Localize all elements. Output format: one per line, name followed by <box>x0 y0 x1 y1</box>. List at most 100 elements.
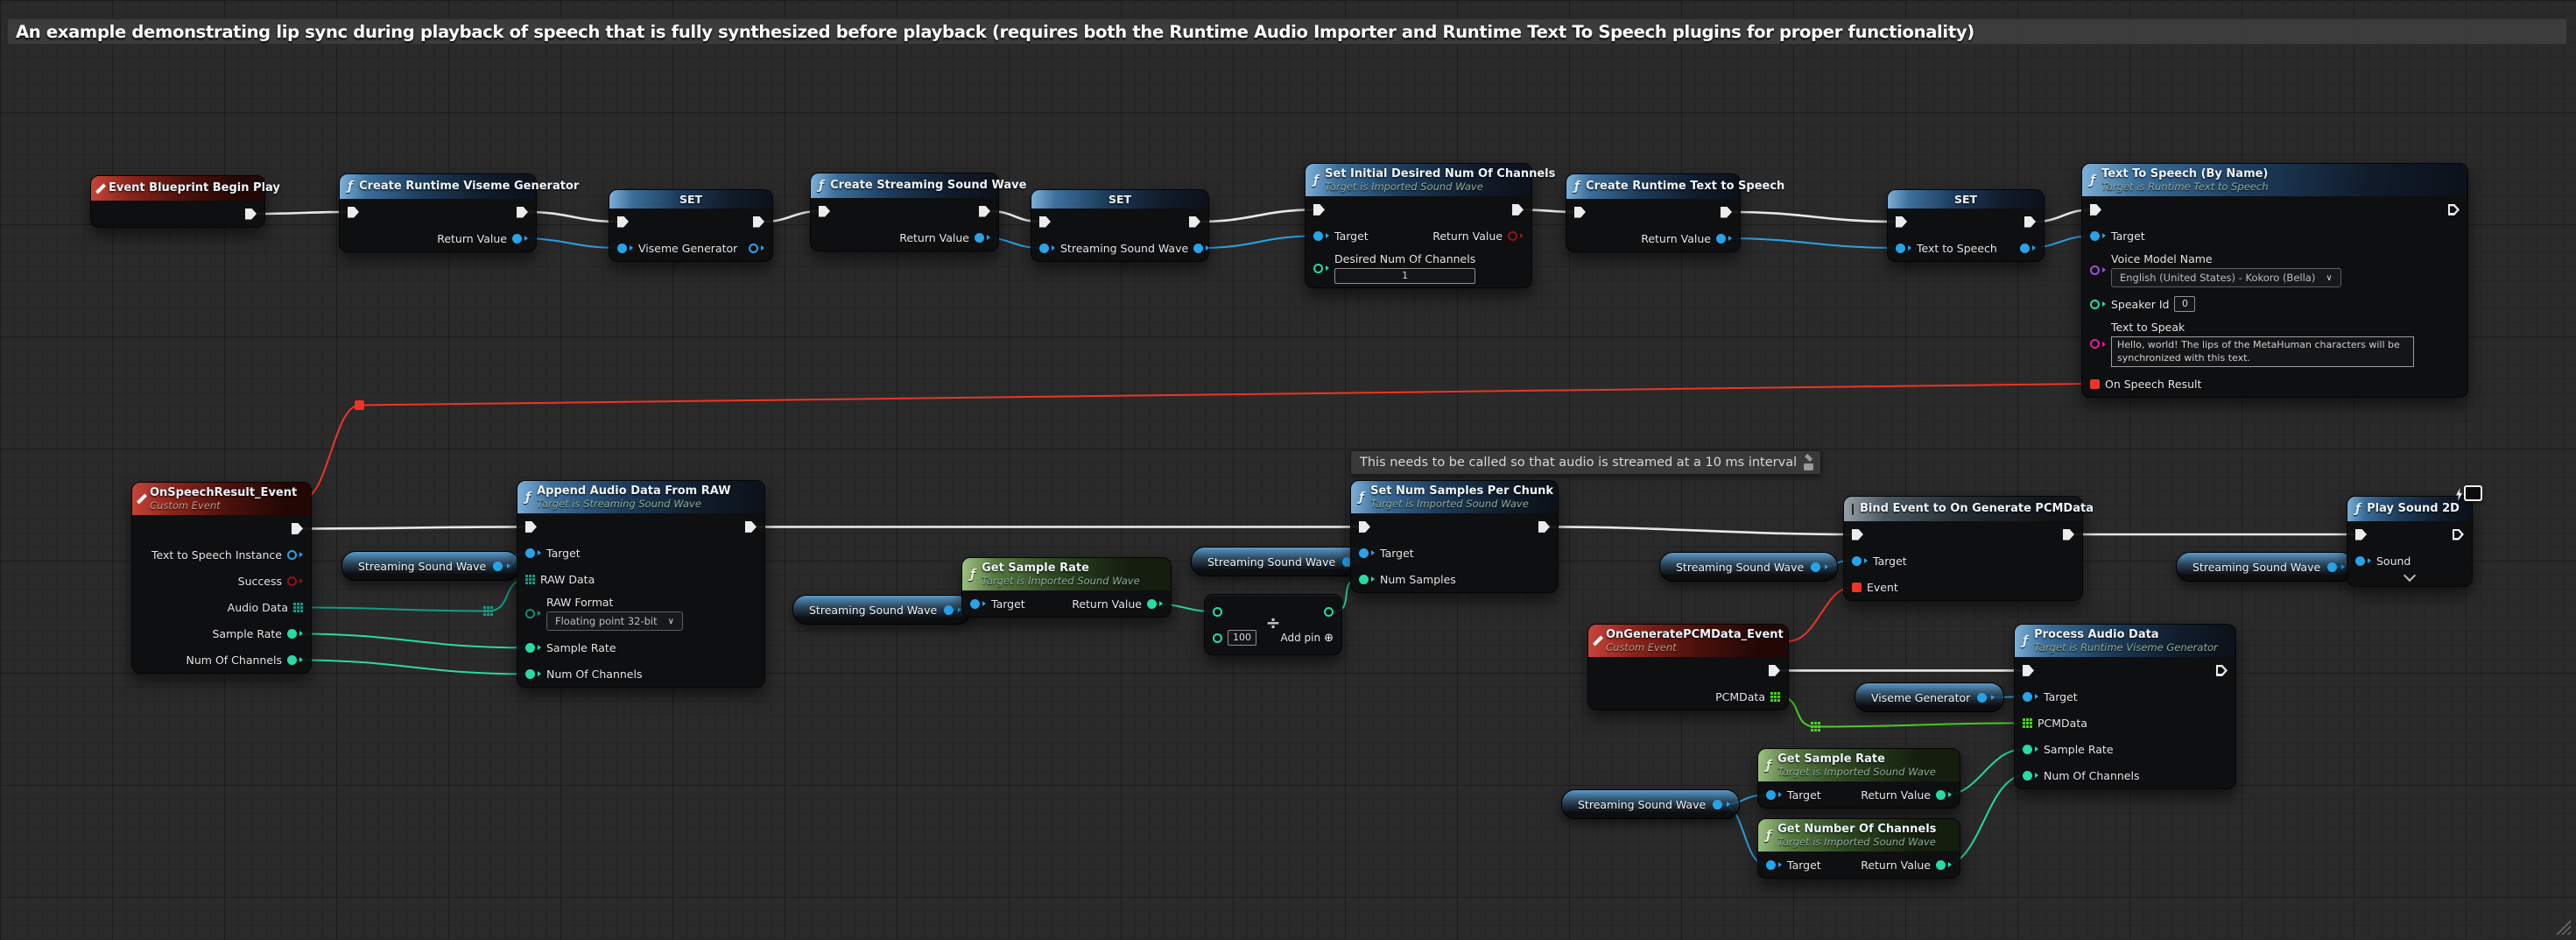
set-num-samples-per-chunk-node[interactable]: ƒSet Num Samples Per ChunkTarget is Impo… <box>1350 480 1559 593</box>
exec-pin[interactable] <box>2024 216 2036 228</box>
audio-data-pin[interactable] <box>293 603 303 612</box>
sound-pin[interactable] <box>2355 556 2365 566</box>
value-input[interactable]: 0 <box>2174 296 2195 312</box>
comment-bubble[interactable]: This needs to be called so that audio is… <box>1350 450 1821 475</box>
return-value-pin[interactable] <box>1508 231 1517 241</box>
create-runtime-text-to-speech-node[interactable]: ƒCreate Runtime Text to SpeechReturn Val… <box>1566 173 1741 252</box>
append-audio-data-from-raw-node[interactable]: ƒAppend Audio Data From RAWTarget is Str… <box>517 480 765 688</box>
create-runtime-viseme-generator-node[interactable]: ƒCreate Runtime Viseme GeneratorReturn V… <box>339 173 537 252</box>
return-value-pin[interactable] <box>1147 599 1157 609</box>
output-pin[interactable] <box>1811 562 1820 572</box>
voice-model-name-pin[interactable] <box>2090 265 2100 275</box>
divide-node[interactable]: ÷100Add pin⊕ <box>1204 594 1342 655</box>
advanced-pins-toggle[interactable] <box>2347 574 2472 586</box>
event-blueprint-begin-play-node[interactable]: Event Blueprint Begin Play <box>90 175 265 228</box>
exec-pin[interactable] <box>525 521 537 533</box>
variable-pill-streaming-sound-wave[interactable]: Streaming Sound Wave <box>792 595 971 625</box>
target-pin[interactable] <box>1359 548 1369 558</box>
bind-event-to-on-generate-pcmdata-node[interactable]: Bind Event to On Generate PCMDataTargetE… <box>1843 496 2083 601</box>
target-pin[interactable] <box>1766 790 1776 800</box>
output-pin[interactable] <box>1324 607 1334 617</box>
exec-pin[interactable] <box>1512 204 1524 216</box>
exec-pin[interactable] <box>348 207 359 218</box>
exec-pin[interactable] <box>745 521 757 533</box>
text-to-speech-pin[interactable] <box>1896 244 1905 253</box>
target-pin[interactable] <box>1852 556 1862 566</box>
speaker-id-pin[interactable] <box>2090 300 2100 309</box>
value-input[interactable]: 100 <box>1228 630 1256 646</box>
text-to-speak-pin[interactable] <box>2090 339 2100 349</box>
exec-pin[interactable] <box>617 216 629 228</box>
target-pin[interactable] <box>970 599 980 609</box>
node-header[interactable]: ƒGet Sample RateTarget is Imported Sound… <box>962 558 1171 590</box>
node-header[interactable]: ƒPlay Sound 2D <box>2347 497 2472 521</box>
event-pin[interactable] <box>1852 583 1862 592</box>
value-input[interactable]: 1 <box>1334 268 1475 284</box>
blueprint-graph-canvas[interactable]: Event Blueprint Begin Play ƒCreate Runtim… <box>0 0 2576 940</box>
node-header[interactable]: ƒCreate Runtime Text to Speech <box>1566 174 1740 199</box>
exec-pin[interactable] <box>979 206 990 217</box>
comment-banner[interactable]: An example demonstrating lip sync during… <box>7 18 2567 45</box>
variable-pill-streaming-sound-wave[interactable]: Streaming Sound Wave <box>1561 789 1740 819</box>
target-pin[interactable] <box>1766 860 1776 870</box>
set-initial-desired-num-of-channels-node[interactable]: ƒSet Initial Desired Num Of ChannelsTarg… <box>1305 163 1532 288</box>
target-pin[interactable] <box>2090 231 2100 241</box>
raw-format-pin[interactable] <box>525 609 535 618</box>
return-value-pin[interactable] <box>975 233 984 243</box>
success-pin[interactable] <box>287 576 297 586</box>
sample-rate-pin[interactable] <box>287 629 297 639</box>
raw-data-pin[interactable] <box>525 575 535 584</box>
exec-pin[interactable] <box>2216 665 2228 676</box>
exec-pin[interactable] <box>292 523 303 534</box>
node-header[interactable]: Bind Event to On Generate PCMData <box>1844 497 2082 521</box>
node-header[interactable]: ƒAppend Audio Data From RAWTarget is Str… <box>517 481 764 513</box>
exec-pin[interactable] <box>753 216 764 228</box>
exec-pin[interactable] <box>2090 204 2101 216</box>
speech-bubble-icon[interactable] <box>1804 463 1813 470</box>
exec-pin[interactable] <box>1769 665 1780 676</box>
text-to-speech-instance-pin[interactable] <box>287 550 297 560</box>
node-header[interactable]: ƒSet Num Samples Per ChunkTarget is Impo… <box>1351 481 1558 513</box>
node-header[interactable]: ƒCreate Streaming Sound Wave <box>811 173 998 198</box>
return-value-pin[interactable] <box>1716 234 1726 244</box>
set-node[interactable]: SETViseme Generator <box>609 189 773 262</box>
node-header[interactable]: ƒText To Speech (By Name)Target is Runti… <box>2082 164 2467 196</box>
pin-icon[interactable] <box>1805 454 1812 462</box>
reroute-node[interactable] <box>355 400 364 410</box>
node-header[interactable]: OnSpeechResult_EventCustom Event <box>132 483 311 515</box>
exec-pin[interactable] <box>1574 207 1586 218</box>
desired-num-of-channels-pin[interactable] <box>1313 264 1323 273</box>
node-header[interactable]: ƒGet Sample RateTarget is Imported Sound… <box>1758 749 1960 781</box>
exec-pin[interactable] <box>819 206 830 217</box>
exec-pin[interactable] <box>1852 529 1863 541</box>
exec-pin[interactable] <box>2063 529 2074 541</box>
ongeneratepcmdata-event-node[interactable]: OnGeneratePCMData_EventCustom EventPCMDa… <box>1587 624 1789 710</box>
get-sample-rate-node[interactable]: ƒGet Sample RateTarget is Imported Sound… <box>1757 748 1960 809</box>
variable-pill-streaming-sound-wave[interactable]: Streaming Sound Wave <box>341 551 520 581</box>
output-pin[interactable] <box>493 562 503 571</box>
variable-pill-viseme-generator[interactable]: Viseme Generator <box>1855 682 2004 712</box>
target-pin[interactable] <box>525 548 535 558</box>
exec-pin[interactable] <box>245 208 257 220</box>
get-sample-rate-node[interactable]: ƒGet Sample RateTarget is Imported Sound… <box>961 557 1172 618</box>
exec-pin[interactable] <box>2023 665 2034 676</box>
num-of-channels-pin[interactable] <box>287 655 297 665</box>
target-pin[interactable] <box>2023 692 2032 702</box>
data-pin[interactable] <box>1193 244 1203 253</box>
set-node[interactable]: SETStreaming Sound Wave <box>1031 189 1209 262</box>
return-value-pin[interactable] <box>512 234 522 244</box>
node-header[interactable]: ƒGet Number Of ChannelsTarget is Importe… <box>1758 819 1960 852</box>
add-pin-button[interactable]: Add pin⊕ <box>1280 632 1334 645</box>
play-sound-2d-node[interactable]: ƒPlay Sound 2DSound <box>2347 496 2473 587</box>
on-speech-result-pin[interactable] <box>2090 379 2100 389</box>
pcmdata-pin[interactable] <box>2023 718 2032 728</box>
exec-pin[interactable] <box>1313 204 1325 216</box>
text-to-speech-by-name-node[interactable]: ƒText To Speech (By Name)Target is Runti… <box>2081 163 2468 398</box>
input-a-pin[interactable] <box>1213 607 1222 617</box>
variable-pill-streaming-sound-wave[interactable]: Streaming Sound Wave <box>1659 552 1838 582</box>
get-number-of-channels-node[interactable]: ƒGet Number Of ChannelsTarget is Importe… <box>1757 818 1960 879</box>
exec-pin[interactable] <box>2355 529 2367 541</box>
data-pin[interactable] <box>749 244 758 253</box>
onspeechresult-event-node[interactable]: OnSpeechResult_EventCustom EventText to … <box>131 482 312 674</box>
num-samples-pin[interactable] <box>1359 575 1369 584</box>
